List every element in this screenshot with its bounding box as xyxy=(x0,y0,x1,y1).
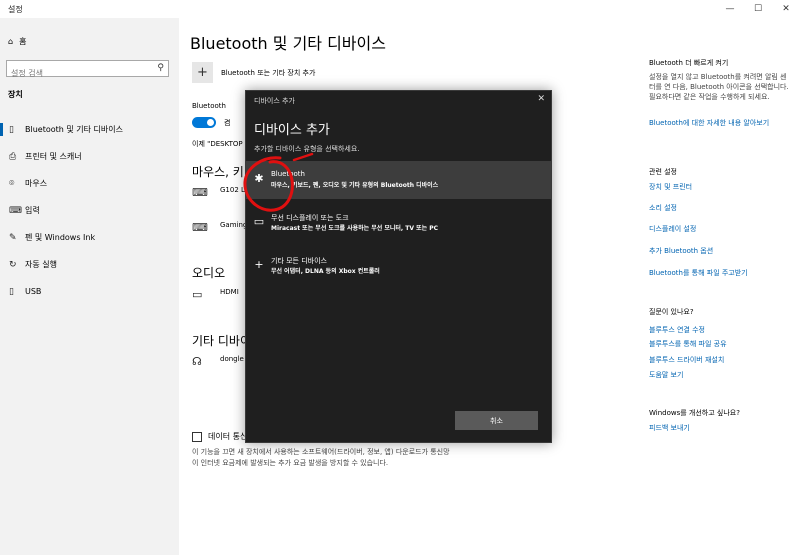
pen-icon: ✎ xyxy=(9,232,17,243)
link-sound-settings[interactable]: 소리 설정 xyxy=(649,203,677,213)
sidebar-item-bluetooth[interactable]: ▯ Bluetooth 및 기타 디바이스 xyxy=(0,116,179,143)
plus-icon: + xyxy=(254,258,264,271)
title-bar: 설정 — ☐ ✕ xyxy=(0,0,800,18)
option-bluetooth[interactable]: ✱ Bluetooth 마우스, 키보드, 펜, 오디오 및 기타 유형의 Bl… xyxy=(246,161,551,199)
option-title: Bluetooth xyxy=(271,170,305,178)
metered-note: 이 기능을 끄면 새 장치에서 사용하는 소프트웨어(드라이버, 정보, 앱) … xyxy=(192,448,450,467)
audio-heading: 오디오 xyxy=(192,266,226,280)
question-title: 질문이 있나요? xyxy=(649,308,694,316)
quick-text: 설정을 열지 않고 Bluetooth를 켜려면 알림 센터를 연 다음, Bl… xyxy=(649,73,789,101)
sidebar-item-label: 입력 xyxy=(25,206,40,215)
monitor-icon: ▭ xyxy=(253,215,265,228)
sidebar-item-label: 마우스 xyxy=(25,179,48,188)
close-icon[interactable]: ✕ xyxy=(537,94,545,104)
sidebar-nav: ▯ Bluetooth 및 기타 디바이스 ⎙ 프린터 및 스캐너 ⌾ 마우스 … xyxy=(0,116,179,305)
sidebar-item-label: 프린터 및 스캐너 xyxy=(25,152,82,161)
improve-title: Windows를 개선하고 싶나요? xyxy=(649,409,740,417)
device-name: Gaming xyxy=(220,221,248,229)
option-everything-else[interactable]: + 기타 모든 디바이스 무선 어댑터, DLNA 등의 Xbox 컨트롤러 xyxy=(246,247,551,285)
learn-more-link[interactable]: Bluetooth에 대한 자세한 내용 알아보기 xyxy=(649,118,789,128)
sidebar-item-mouse[interactable]: ⌾ 마우스 xyxy=(0,170,179,197)
sidebar-item-usb[interactable]: ▯ USB xyxy=(0,278,179,305)
metered-connection-option[interactable]: 데이터 통신 xyxy=(192,431,247,442)
related-settings-title: 관련 설정 xyxy=(649,168,677,176)
usb-icon: ▯ xyxy=(9,286,14,297)
link-fix-bluetooth[interactable]: 블루투스 연결 수정 xyxy=(649,325,705,335)
cancel-button[interactable]: 취소 xyxy=(455,411,538,430)
search-box[interactable]: ⚲ xyxy=(6,60,169,81)
add-device-button[interactable]: + Bluetooth 또는 기타 장치 추가 xyxy=(192,62,315,83)
printer-icon: ⎙ xyxy=(9,151,17,162)
option-description: Miracast 또는 무선 도크를 사용하는 무선 모니터, TV 또는 PC xyxy=(271,225,439,232)
other-devices-heading: 기타 디바이 xyxy=(192,334,252,348)
bluetooth-label: Bluetooth xyxy=(192,102,226,110)
sidebar: ⌂ 홈 ⚲ 장치 ▯ Bluetooth 및 기타 디바이스 ⎙ 프린터 및 스… xyxy=(0,18,179,555)
minimize-button[interactable]: — xyxy=(716,0,744,18)
monitor-icon: ▭ xyxy=(192,288,203,301)
dialog-subtitle: 추가할 디바이스 유형을 선택하세요. xyxy=(254,145,360,153)
link-devices-printers[interactable]: 장치 및 프린터 xyxy=(649,182,692,192)
link-share-files[interactable]: 블루투스를 통해 파일 공유 xyxy=(649,339,727,349)
mouse-icon: ⌾ xyxy=(9,178,15,189)
link-send-receive-files[interactable]: Bluetooth를 통해 파일 주고받기 xyxy=(649,268,748,278)
discoverable-text: 이제 "DESKTOP xyxy=(192,140,243,148)
device-name: G102 L xyxy=(220,186,245,194)
app-title: 설정 xyxy=(8,5,23,14)
search-input[interactable] xyxy=(7,66,147,81)
dialog-window-title: 디바이스 추가 xyxy=(254,97,295,105)
checkbox-label: 데이터 통신 xyxy=(208,432,248,441)
feedback-link[interactable]: 피드백 보내기 xyxy=(649,423,690,433)
home-label: 홈 xyxy=(19,37,27,46)
option-description: 마우스, 키보드, 펜, 오디오 및 기타 유형의 Bluetooth 디바이스 xyxy=(271,182,439,189)
sidebar-item-label: 자동 실행 xyxy=(25,260,57,269)
search-icon[interactable]: ⚲ xyxy=(157,63,164,73)
window-controls: — ☐ ✕ xyxy=(716,0,800,18)
sidebar-item-printers[interactable]: ⎙ 프린터 및 스캐너 xyxy=(0,143,179,170)
device-row[interactable]: ▭ HDMI xyxy=(192,288,239,302)
bluetooth-icon: ✱ xyxy=(254,172,264,185)
sidebar-item-label: Bluetooth 및 기타 디바이스 xyxy=(25,125,123,134)
option-wireless-display[interactable]: ▭ 무선 디스플레이 또는 도크 Miracast 또는 무선 도크를 사용하는… xyxy=(246,204,551,242)
headset-icon: ☊ xyxy=(192,355,202,368)
quick-title: Bluetooth 더 빠르게 켜기 xyxy=(649,59,729,67)
device-name: dongle xyxy=(220,355,244,363)
home-icon: ⌂ xyxy=(8,37,14,46)
maximize-button[interactable]: ☐ xyxy=(744,0,772,18)
device-row[interactable]: ⌨ Gaming xyxy=(192,221,247,235)
add-device-dialog: 디바이스 추가 ✕ 디바이스 추가 추가할 디바이스 유형을 선택하세요. ✱ … xyxy=(245,90,552,443)
plus-icon: + xyxy=(192,62,213,83)
keyboard-icon: ⌨ xyxy=(192,186,208,199)
add-device-label: Bluetooth 또는 기타 장치 추가 xyxy=(221,68,316,77)
bluetooth-toggle[interactable] xyxy=(192,117,216,128)
link-more-bluetooth[interactable]: 추가 Bluetooth 옵션 xyxy=(649,246,713,256)
sidebar-item-label: USB xyxy=(25,287,42,296)
option-title: 무선 디스플레이 또는 도크 xyxy=(271,214,349,222)
sidebar-item-pen[interactable]: ✎ 펜 및 Windows Ink xyxy=(0,224,179,251)
sidebar-item-label: 펜 및 Windows Ink xyxy=(25,233,96,242)
option-title: 기타 모든 디바이스 xyxy=(271,257,327,265)
metered-checkbox[interactable] xyxy=(192,431,202,442)
keyboard-icon: ⌨ xyxy=(192,221,208,234)
device-row[interactable]: ⌨ G102 L xyxy=(192,186,245,200)
mouse-keyboard-heading: 마우스, 키 xyxy=(192,165,244,179)
sidebar-item-typing[interactable]: ⌨ 입력 xyxy=(0,197,179,224)
close-button[interactable]: ✕ xyxy=(772,0,800,18)
option-description: 무선 어댑터, DLNA 등의 Xbox 컨트롤러 xyxy=(271,268,380,275)
link-reinstall-driver[interactable]: 블루투스 드라이버 재설치 xyxy=(649,355,724,365)
device-name: HDMI xyxy=(220,288,239,296)
dialog-heading: 디바이스 추가 xyxy=(254,123,330,138)
page-title: Bluetooth 및 기타 디바이스 xyxy=(190,34,386,53)
home-link[interactable]: ⌂ 홈 xyxy=(8,36,26,47)
device-row[interactable]: ☊ dongle xyxy=(192,355,244,369)
sidebar-item-autoplay[interactable]: ↻ 자동 실행 xyxy=(0,251,179,278)
autoplay-icon: ↻ xyxy=(9,259,17,270)
bluetooth-devices-icon: ▯ xyxy=(9,124,14,135)
link-display-settings[interactable]: 디스플레이 설정 xyxy=(649,224,696,234)
toggle-state: 켬 xyxy=(224,119,231,127)
dialog-title-bar: 디바이스 추가 ✕ xyxy=(246,91,551,109)
link-get-help[interactable]: 도움말 보기 xyxy=(649,370,683,380)
section-title: 장치 xyxy=(8,90,23,99)
keyboard-icon: ⌨ xyxy=(9,205,22,216)
